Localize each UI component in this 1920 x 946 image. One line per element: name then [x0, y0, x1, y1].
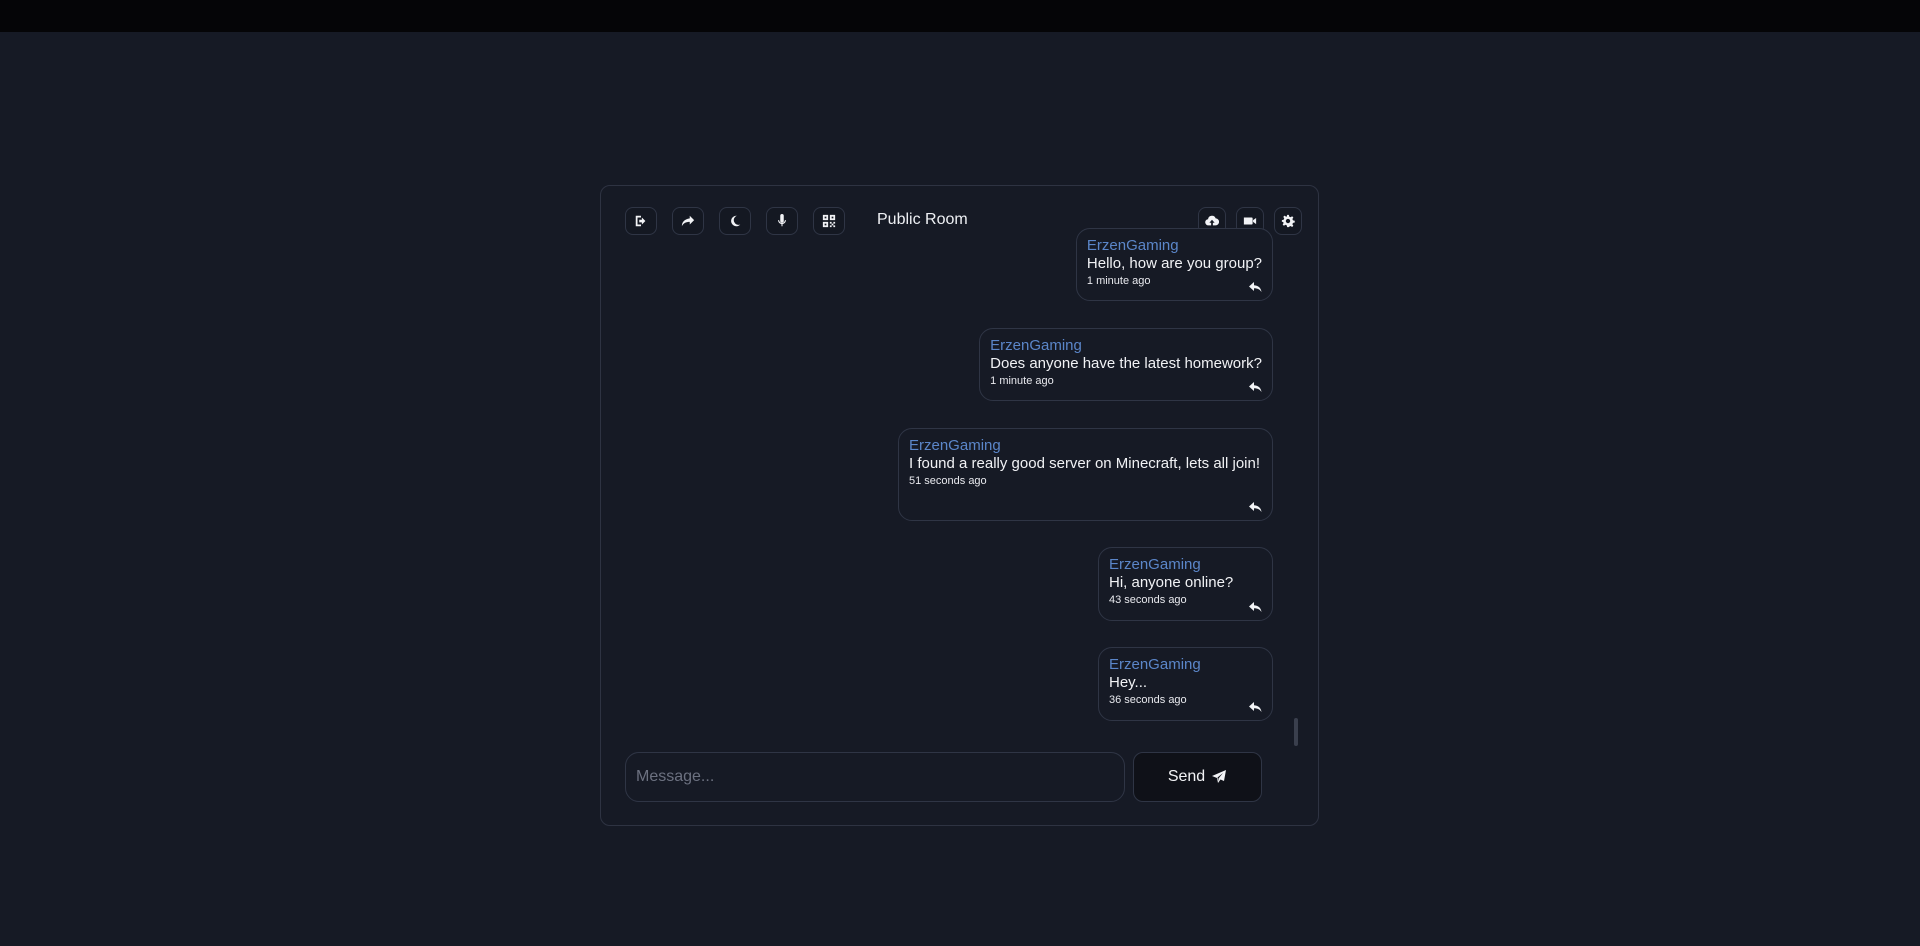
- send-button[interactable]: Send: [1133, 752, 1262, 802]
- reply-icon: [1249, 282, 1262, 292]
- message-author: ErzenGaming: [990, 337, 1082, 354]
- chat-window: Public Room ErzenGaming Hello, how are y…: [600, 185, 1319, 826]
- reply-icon: [1249, 602, 1262, 612]
- logout-button[interactable]: [625, 207, 657, 235]
- message-bubble: ErzenGaming Hello, how are you group? 1 …: [1075, 228, 1273, 301]
- message-text: Does anyone have the latest homework?: [990, 355, 1262, 372]
- message-author: ErzenGaming: [1109, 556, 1201, 573]
- message-list[interactable]: ErzenGaming Hello, how are you group? 1 …: [601, 228, 1318, 825]
- message-time: 51 seconds ago: [909, 475, 987, 487]
- reply-icon: [1249, 382, 1262, 392]
- reply-button[interactable]: [1248, 500, 1262, 512]
- message-bubble: ErzenGaming Hi, anyone online? 43 second…: [1098, 547, 1273, 621]
- paper-plane-icon: [1212, 770, 1227, 783]
- message-text: Hey...: [1109, 674, 1148, 691]
- reply-button[interactable]: [1248, 600, 1262, 612]
- message-text: Hi, anyone online?: [1109, 574, 1234, 591]
- cloud-upload-icon: [1205, 215, 1219, 226]
- scrollbar-thumb[interactable]: [1294, 718, 1298, 746]
- microphone-icon: [778, 214, 786, 227]
- reply-button[interactable]: [1248, 700, 1262, 712]
- message-text: Hello, how are you group?: [1086, 255, 1262, 272]
- share-icon: [681, 215, 695, 227]
- share-button[interactable]: [672, 207, 704, 235]
- message-time: 1 minute ago: [990, 375, 1054, 387]
- message-author: ErzenGaming: [1086, 237, 1179, 254]
- reply-icon: [1249, 502, 1262, 512]
- message-bubble: ErzenGaming I found a really good server…: [898, 428, 1273, 521]
- message-bubble: ErzenGaming Does anyone have the latest …: [979, 328, 1273, 401]
- reply-icon: [1249, 702, 1262, 712]
- message-bubble: ErzenGaming Hey... 36 seconds ago: [1098, 647, 1273, 721]
- message-author: ErzenGaming: [1109, 656, 1201, 673]
- moon-icon: [731, 215, 741, 227]
- qr-code-icon: [822, 214, 836, 228]
- browser-top-bar: [0, 0, 1920, 32]
- message-time: 1 minute ago: [1086, 275, 1151, 287]
- theme-toggle-button[interactable]: [719, 207, 751, 235]
- message-text: I found a really good server on Minecraf…: [909, 455, 1261, 472]
- message-input[interactable]: [625, 752, 1125, 802]
- send-label: Send: [1167, 768, 1206, 785]
- room-title: Public Room: [877, 211, 968, 228]
- microphone-button[interactable]: [766, 207, 798, 235]
- gear-icon: [1281, 214, 1295, 228]
- reply-button[interactable]: [1248, 280, 1262, 292]
- settings-button[interactable]: [1274, 207, 1302, 235]
- reply-button[interactable]: [1248, 380, 1262, 392]
- logout-icon: [635, 215, 646, 227]
- qr-code-button[interactable]: [813, 207, 845, 235]
- message-time: 43 seconds ago: [1109, 594, 1187, 606]
- video-camera-icon: [1243, 217, 1257, 225]
- message-time: 36 seconds ago: [1109, 694, 1187, 706]
- message-author: ErzenGaming: [909, 437, 1001, 454]
